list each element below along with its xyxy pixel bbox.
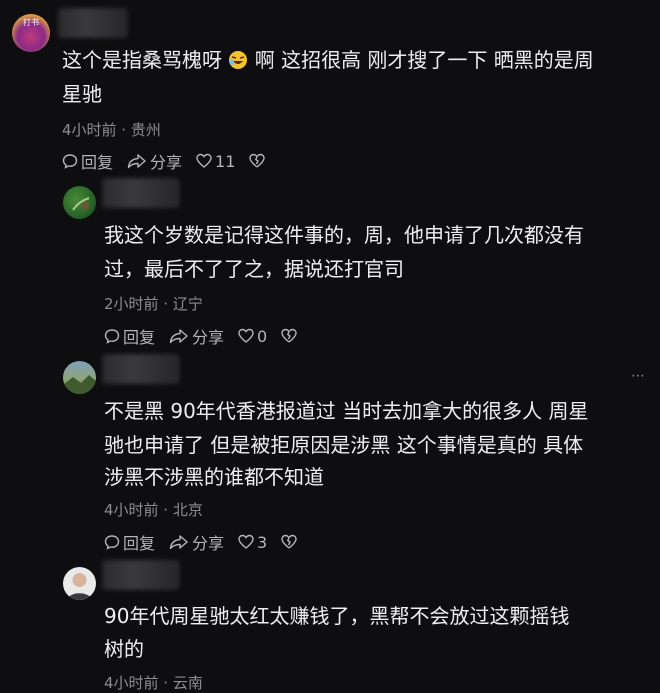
comment-text: 这个是指桑骂槐呀 啊 这招很高 刚才搜了一下 晒黑的是周 <box>62 46 594 72</box>
landscape-avatar-icon <box>63 375 96 394</box>
comment-text: 我这个岁数是记得这件事的，周，他申请了几次都没有 <box>104 223 584 247</box>
username-blurred[interactable] <box>58 8 128 38</box>
comment-text: 不是黑 90年代香港报道过 当时去加拿大的很多人 周星 <box>104 399 589 423</box>
reply-bubble-icon <box>62 154 78 169</box>
comment-text: 90年代周星驰太红太赚钱了，黑帮不会放过这颗摇钱 <box>104 604 570 628</box>
reply-button[interactable]: 回复 <box>62 149 113 173</box>
avatar[interactable] <box>63 361 96 394</box>
share-button[interactable]: 分享 <box>127 149 182 173</box>
dislike-button[interactable] <box>281 328 300 344</box>
comment-text-line2: 树的 <box>104 637 144 661</box>
share-arrow-icon <box>127 154 146 169</box>
reply-bubble-icon <box>104 535 120 550</box>
plant-avatar-icon <box>72 197 90 211</box>
comment-meta: 2小时前 · 辽宁 <box>104 295 203 313</box>
share-arrow-icon <box>169 535 188 550</box>
share-arrow-icon <box>169 329 188 344</box>
username-blurred[interactable] <box>102 560 180 590</box>
share-button[interactable]: 分享 <box>169 530 224 554</box>
avatar[interactable] <box>63 567 96 600</box>
comment-meta: 4小时前 · 云南 <box>104 674 203 692</box>
reply-button[interactable]: 回复 <box>104 530 155 554</box>
comment-text-line2: 驰也申请了 但是被拒原因是涉黑 这个事情是真的 具体 <box>104 433 584 457</box>
avatar[interactable] <box>63 186 96 219</box>
more-options-icon[interactable]: ⋯ <box>631 368 646 384</box>
like-button[interactable]: 0 <box>238 327 267 346</box>
comment-text-line3: 涉黑不涉黑的谁都不知道 <box>104 465 324 489</box>
username-blurred[interactable] <box>102 354 180 384</box>
broken-heart-icon <box>249 153 266 168</box>
heart-icon <box>196 153 212 168</box>
comment-meta: 4小时前 · 贵州 <box>62 121 161 139</box>
dislike-button[interactable] <box>281 534 300 550</box>
comment-actions: 回复 分享 11 <box>62 149 282 173</box>
broken-heart-icon <box>281 328 297 343</box>
comment-text-line2: 过，最后不了了之，据说还打官司 <box>104 257 404 281</box>
comment-actions: 回复 分享 3 <box>104 530 314 554</box>
share-button[interactable]: 分享 <box>169 324 224 348</box>
dislike-button[interactable] <box>249 153 268 169</box>
comment-actions: 回复 分享 0 <box>104 324 314 348</box>
like-button[interactable]: 3 <box>238 533 267 552</box>
reply-bubble-icon <box>104 329 120 344</box>
comment-text-line2: 星驰 <box>62 82 102 106</box>
like-button[interactable]: 11 <box>196 152 235 171</box>
avatar[interactable]: 打书 <box>12 14 50 52</box>
laughing-emoji-icon <box>228 46 248 69</box>
heart-icon <box>238 328 254 343</box>
reply-button[interactable]: 回复 <box>104 324 155 348</box>
avatar-label: 打书 <box>23 18 39 27</box>
username-blurred[interactable] <box>102 178 180 208</box>
broken-heart-icon <box>281 534 297 549</box>
heart-icon <box>238 534 254 549</box>
person-avatar-icon <box>67 573 92 600</box>
comment-meta: 4小时前 · 北京 <box>104 501 203 519</box>
